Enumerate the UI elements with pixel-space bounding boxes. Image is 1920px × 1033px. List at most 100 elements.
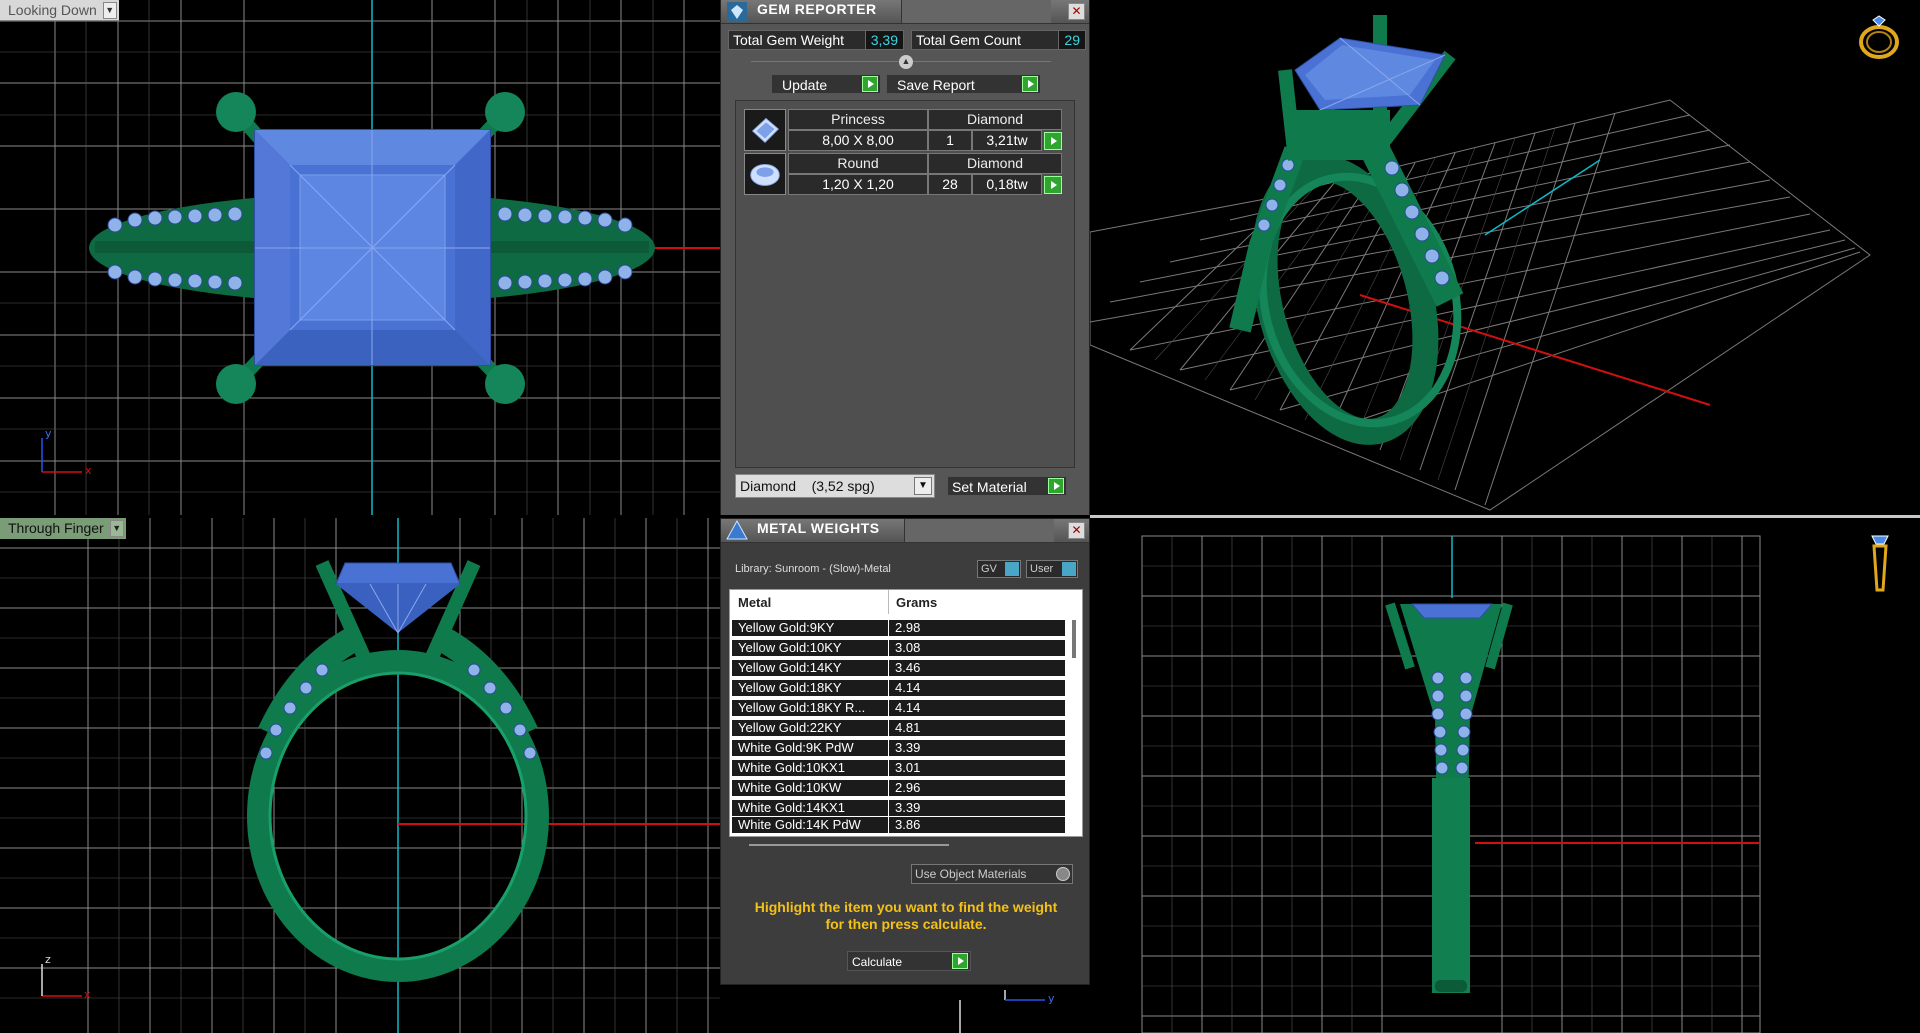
metal-name: Yellow Gold:18KY R...	[738, 700, 866, 715]
gem-weight: 3,21tw	[972, 130, 1042, 151]
toggle-icon	[1005, 562, 1019, 576]
gem-reporter-title: GEM REPORTER	[757, 1, 877, 17]
play-arrow-icon[interactable]	[1044, 176, 1062, 194]
metal-grams: 4.14	[888, 700, 1063, 716]
total-gem-count-field: Total Gem Count 29	[911, 30, 1086, 50]
use-object-materials-button[interactable]: Use Object Materials	[911, 864, 1073, 884]
metal-weights-icon	[726, 519, 748, 540]
instruction-message: Highlight the item you want to find the …	[731, 899, 1081, 933]
svg-text:y: y	[1048, 992, 1055, 1005]
library-label: Library: Sunroom - (Slow)-Metal	[735, 563, 891, 575]
column-header-grams[interactable]: Grams	[896, 595, 937, 610]
table-row[interactable]: White Gold:9K PdW 3.39	[732, 740, 1065, 757]
gem-size: 8,00 X 8,00	[788, 130, 928, 151]
table-row[interactable]: White Gold:14KX1 3.39	[732, 800, 1065, 817]
total-gem-weight-value: 3,39	[864, 31, 903, 49]
princess-gem-icon	[744, 109, 786, 151]
gem-shape: Princess	[788, 109, 928, 130]
close-icon[interactable]: ✕	[1068, 3, 1085, 20]
viewport-label-front[interactable]: Through Finger ▼	[0, 518, 126, 539]
play-arrow-icon	[1048, 478, 1064, 494]
gem-reporter-panel: GEM REPORTER ✕ Total Gem Weight 3,39 Tot…	[720, 0, 1090, 515]
viewport-front[interactable]: x z Through Finger ▼	[0, 518, 720, 1033]
gem-list: Princess Diamond 8,00 X 8,00 1 3,21tw Ro…	[735, 100, 1075, 468]
metal-grams: 3.46	[888, 660, 1063, 676]
table-row[interactable]: Yellow Gold:18KY 4.14	[732, 680, 1065, 697]
user-toggle[interactable]: User	[1026, 560, 1078, 578]
metal-name: Yellow Gold:9KY	[738, 620, 835, 635]
play-arrow-icon[interactable]	[1044, 132, 1062, 150]
metal-grams: 3.08	[888, 640, 1063, 656]
metal-grams: 2.96	[888, 780, 1063, 796]
dropdown-arrow-icon[interactable]: ▼	[914, 477, 932, 495]
toggle-icon	[1062, 562, 1076, 576]
update-button[interactable]: Update	[771, 74, 881, 94]
table-row[interactable]: Yellow Gold:18KY R... 4.14	[732, 700, 1065, 717]
metal-grams: 3.39	[888, 740, 1063, 756]
calculate-button[interactable]: Calculate	[847, 951, 971, 971]
table-row[interactable]: White Gold:14K PdW 3.86	[732, 817, 1065, 834]
metal-name: White Gold:9K PdW	[738, 740, 854, 755]
gem-row[interactable]: Round Diamond 1,20 X 1,20 28 0,18tw	[744, 153, 1064, 195]
viewport-label-top[interactable]: Looking Down ▼	[0, 0, 119, 21]
perspective-view-canvas	[1090, 15, 1871, 511]
dropdown-arrow-icon[interactable]: ▼	[109, 520, 124, 537]
total-gem-count-value: 29	[1058, 31, 1085, 49]
update-button-label: Update	[782, 77, 828, 93]
metal-table-header: Metal Grams	[730, 590, 1082, 614]
table-row[interactable]: Yellow Gold:22KY 4.81	[732, 720, 1065, 737]
gem-count: 1	[928, 130, 972, 151]
gv-toggle[interactable]: GV	[977, 560, 1021, 578]
metal-grams: 3.39	[888, 800, 1063, 816]
gem-row[interactable]: Princess Diamond 8,00 X 8,00 1 3,21tw	[744, 109, 1064, 151]
gem-count: 28	[928, 174, 972, 195]
viewport-side[interactable]	[1090, 518, 1920, 1033]
table-row[interactable]: White Gold:10KW 2.96	[732, 780, 1065, 797]
metal-weights-titlebar[interactable]: METAL WEIGHTS ✕	[721, 519, 1089, 543]
column-divider	[888, 590, 889, 614]
metal-name: White Gold:14K PdW	[738, 817, 861, 832]
radio-icon	[1056, 867, 1070, 881]
gem-reporter-titlebar[interactable]: GEM REPORTER ✕	[721, 0, 1089, 24]
metal-weights-title: METAL WEIGHTS	[757, 520, 880, 536]
material-select-value: Diamond (3,52 spg)	[740, 478, 875, 494]
set-material-button[interactable]: Set Material	[947, 476, 1067, 496]
metal-grams: 3.01	[888, 760, 1063, 776]
gem-reporter-icon	[727, 2, 747, 22]
metal-grams: 2.98	[888, 620, 1063, 636]
horizontal-scrollbar[interactable]	[749, 844, 949, 846]
calculate-button-label: Calculate	[852, 955, 903, 969]
viewport-label-text: Looking Down	[8, 2, 97, 18]
table-row[interactable]: Yellow Gold:14KY 3.46	[732, 660, 1065, 677]
gv-toggle-label: GV	[981, 563, 997, 575]
ring-icon[interactable]	[1855, 14, 1903, 60]
collapse-toggle-icon[interactable]: ▲	[899, 55, 913, 69]
side-view-canvas	[1141, 535, 1761, 1033]
metal-grams: 4.81	[888, 720, 1063, 736]
save-report-button-label: Save Report	[897, 77, 975, 93]
gem-type: Diamond	[928, 109, 1062, 130]
viewport-top[interactable]: x y Looking Down ▼	[0, 0, 720, 515]
metal-table[interactable]: Metal Grams Yellow Gold:9KY 2.98 Yellow G…	[729, 589, 1083, 837]
play-arrow-icon	[952, 953, 968, 969]
table-row[interactable]: White Gold:10KX1 3.01	[732, 760, 1065, 777]
front-view-canvas: x z	[0, 518, 720, 1033]
dropdown-arrow-icon[interactable]: ▼	[102, 2, 117, 19]
table-row[interactable]: Yellow Gold:10KY 3.08	[732, 640, 1065, 657]
total-gem-weight-label: Total Gem Weight	[733, 32, 845, 48]
titlebar-tab	[904, 519, 1054, 542]
save-report-button[interactable]: Save Report	[886, 74, 1041, 94]
titlebar-tab	[901, 0, 1051, 23]
close-icon[interactable]: ✕	[1068, 522, 1085, 539]
ring-side-icon[interactable]	[1860, 534, 1900, 596]
vertical-scrollbar[interactable]	[1072, 620, 1076, 658]
total-gem-weight-field: Total Gem Weight 3,39	[728, 30, 904, 50]
svg-text:z: z	[45, 953, 51, 966]
set-material-button-label: Set Material	[952, 479, 1027, 495]
viewport-perspective[interactable]	[1090, 0, 1920, 515]
instruction-line-1: Highlight the item you want to find the …	[754, 899, 1058, 915]
column-header-metal[interactable]: Metal	[738, 595, 771, 610]
material-select[interactable]: Diamond (3,52 spg) ▼	[735, 474, 935, 498]
svg-text:x: x	[85, 464, 92, 477]
table-row[interactable]: Yellow Gold:9KY 2.98	[732, 620, 1065, 637]
